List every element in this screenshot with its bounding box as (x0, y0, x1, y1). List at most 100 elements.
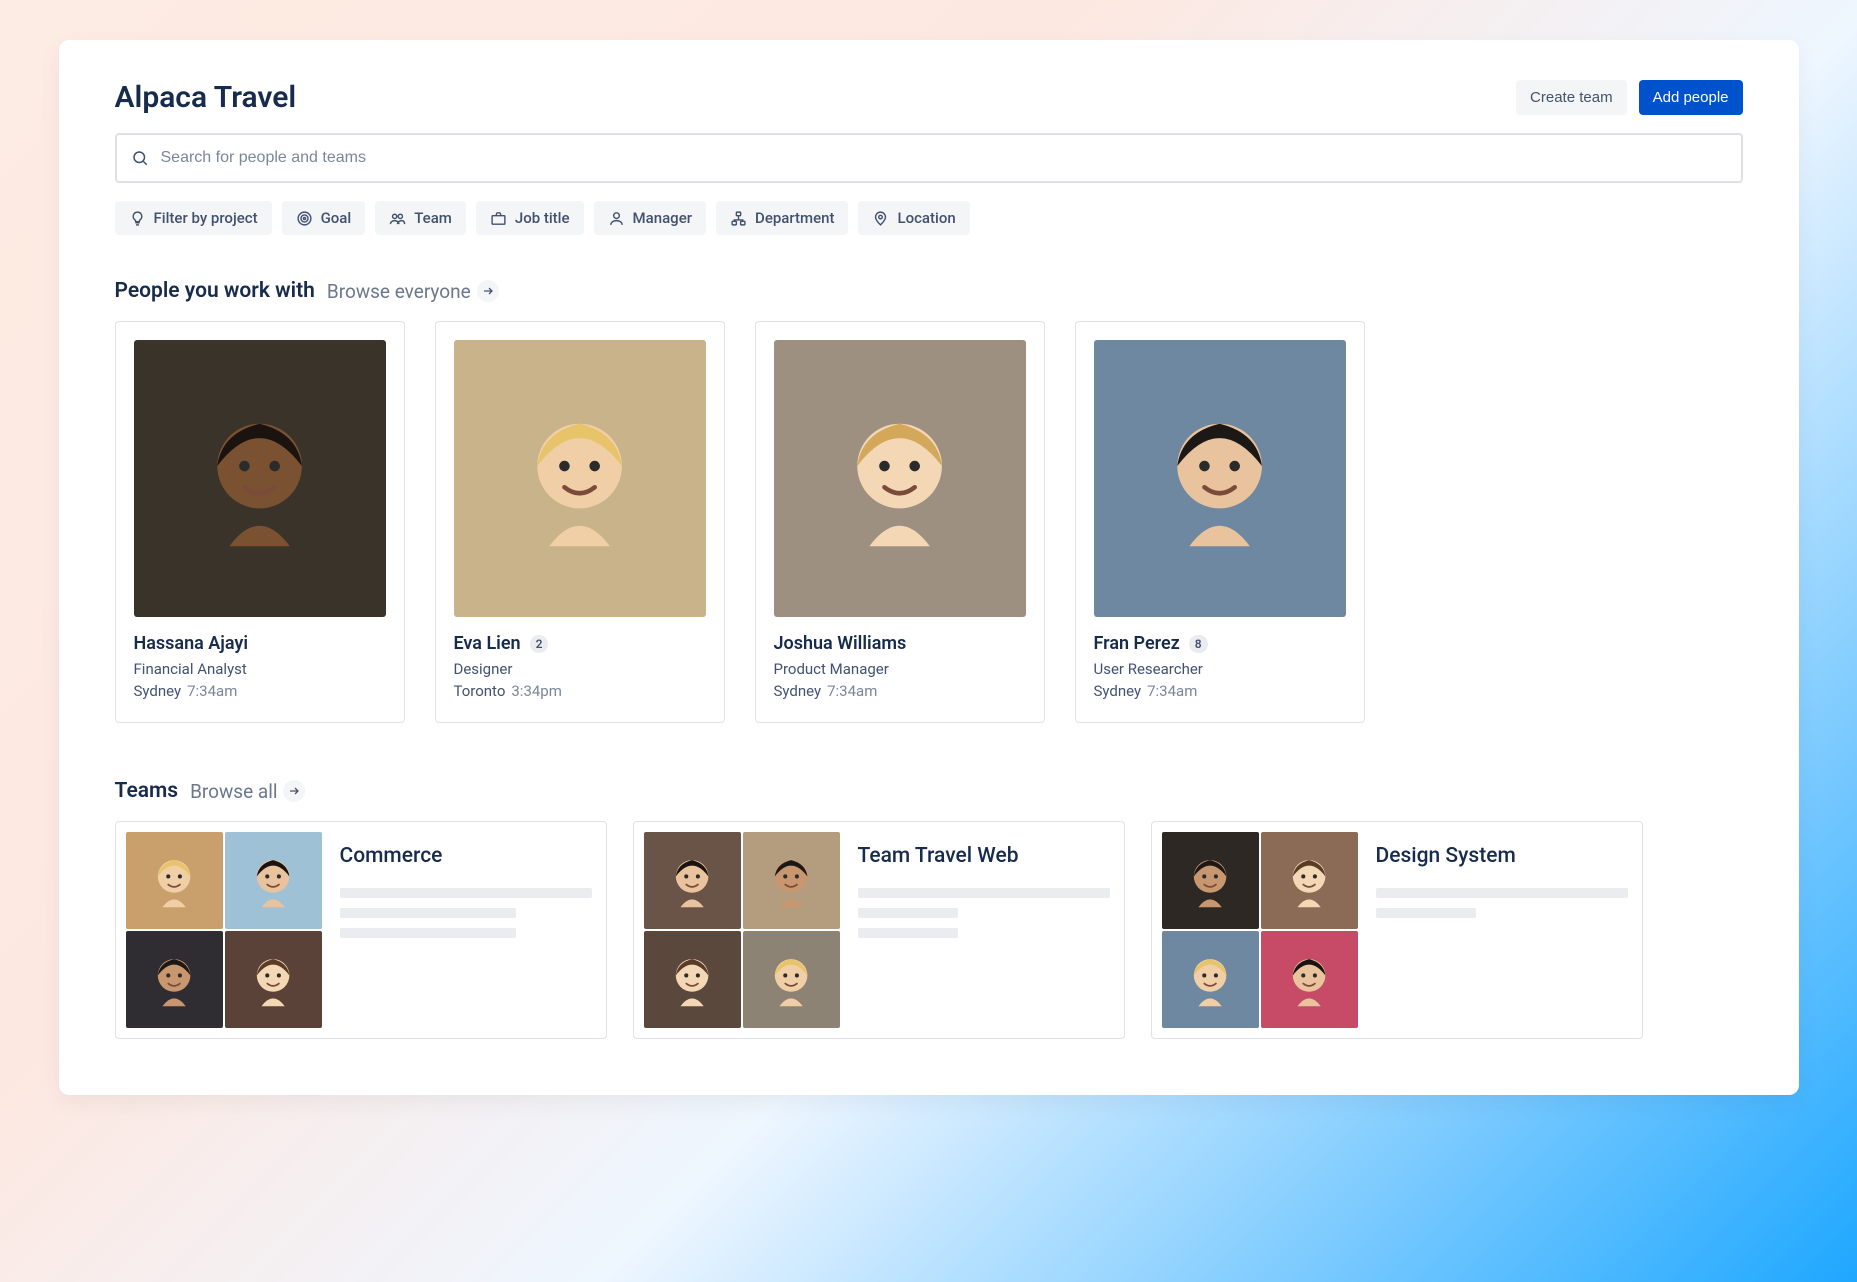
filter-chip-row: Filter by project Goal Team Job title Manage… (115, 201, 1743, 235)
team-name: Design System (1376, 844, 1628, 868)
avatar-face (1181, 852, 1239, 910)
person-name-row: Hassana Ajayi (134, 633, 386, 654)
skeleton-line (1376, 908, 1477, 918)
person-name: Hassana Ajayi (134, 633, 249, 654)
person-avatar (774, 340, 1026, 617)
avatar-face (663, 951, 721, 1009)
team-name: Team Travel Web (858, 844, 1110, 868)
person-badge: 2 (530, 635, 549, 653)
directory-panel: Alpaca Travel Create team Add people Fil… (59, 40, 1799, 1095)
teams-section-title: Teams (115, 779, 179, 803)
filter-chip-label: Goal (321, 209, 352, 227)
person-name: Joshua Williams (774, 633, 907, 654)
team-card[interactable]: Commerce (115, 821, 607, 1039)
avatar-face (1280, 951, 1338, 1009)
people-section-title: People you work with (115, 279, 315, 303)
browse-all-label: Browse all (190, 780, 277, 803)
briefcase-icon (490, 210, 507, 227)
person-location-row: Toronto 3:34pm (454, 682, 706, 700)
search-input[interactable] (161, 149, 1727, 167)
add-people-button[interactable]: Add people (1639, 80, 1743, 115)
avatar-face (663, 852, 721, 910)
team-member-avatar (743, 832, 840, 929)
browse-all-teams-link[interactable]: Browse all (190, 780, 305, 803)
pin-icon (872, 210, 889, 227)
person-card[interactable]: Hassana Ajayi Financial Analyst Sydney7:… (115, 321, 405, 723)
avatar-face (1280, 852, 1338, 910)
team-member-avatar (743, 931, 840, 1028)
avatar-face (184, 395, 335, 561)
person-location-row: Sydney 7:34am (1094, 682, 1346, 700)
avatar-face (504, 395, 655, 561)
team-body: Design System (1376, 832, 1628, 1028)
skeleton-line (340, 888, 592, 898)
avatar-face (244, 951, 302, 1009)
person-role: User Researcher (1094, 660, 1346, 678)
person-name: Eva Lien (454, 633, 521, 654)
skeleton-line (858, 928, 959, 938)
filter-chip-label: Location (897, 209, 955, 227)
team-member-avatar (644, 931, 741, 1028)
person-location: Toronto (454, 682, 506, 700)
avatar-face (762, 852, 820, 910)
browse-everyone-label: Browse everyone (327, 280, 471, 303)
team-card[interactable]: Design System (1151, 821, 1643, 1039)
person-icon (608, 210, 625, 227)
person-avatar (454, 340, 706, 617)
skeleton-line (858, 908, 959, 918)
team-card-row: Commerce Team Travel Web (115, 821, 1743, 1039)
person-location: Sydney (1094, 682, 1142, 700)
avatar-face (1144, 395, 1295, 561)
person-card[interactable]: Fran Perez 8 User Researcher Sydney 7:34a… (1075, 321, 1365, 723)
person-badge: 8 (1189, 635, 1208, 653)
team-avatar-grid (126, 832, 322, 1028)
arrow-right-icon (477, 280, 499, 302)
people-section-head: People you work with Browse everyone (115, 279, 1743, 303)
person-local-time: 3:34pm (511, 682, 562, 700)
person-name-row: Fran Perez 8 (1094, 633, 1346, 654)
lightbulb-icon (129, 210, 146, 227)
page-title: Alpaca Travel (115, 80, 297, 115)
filter-chip-project[interactable]: Filter by project (115, 201, 272, 235)
filter-chip-job_title[interactable]: Job title (476, 201, 584, 235)
search-box[interactable] (115, 133, 1743, 183)
filter-chip-label: Team (414, 209, 452, 227)
avatar-face (145, 852, 203, 910)
person-local-time: 7:34am (1147, 682, 1197, 700)
person-location-row: Sydney7:34am (134, 682, 386, 700)
team-member-avatar (126, 931, 223, 1028)
filter-chip-goal[interactable]: Goal (282, 201, 366, 235)
team-avatar-grid (644, 832, 840, 1028)
person-name-row: Joshua Williams (774, 633, 1026, 654)
browse-everyone-link[interactable]: Browse everyone (327, 280, 499, 303)
person-avatar (1094, 340, 1346, 617)
filter-chip-label: Manager (633, 209, 692, 227)
header-actions: Create team Add people (1516, 80, 1742, 115)
person-local-time: 7:34am (827, 682, 877, 700)
skeleton-line (1376, 888, 1628, 898)
team-member-avatar (225, 832, 322, 929)
avatar-face (145, 951, 203, 1009)
header-row: Alpaca Travel Create team Add people (115, 80, 1743, 115)
team-member-avatar (1162, 832, 1259, 929)
filter-chip-location[interactable]: Location (858, 201, 969, 235)
team-avatar-grid (1162, 832, 1358, 1028)
filter-chip-department[interactable]: Department (716, 201, 848, 235)
person-role: Product Manager (774, 660, 1026, 678)
team-card[interactable]: Team Travel Web (633, 821, 1125, 1039)
person-name-row: Eva Lien 2 (454, 633, 706, 654)
skeleton-line (340, 908, 516, 918)
person-location: Sydney (134, 682, 182, 700)
avatar-face (824, 395, 975, 561)
filter-chip-manager[interactable]: Manager (594, 201, 706, 235)
skeleton-line (858, 888, 1110, 898)
team-body: Team Travel Web (858, 832, 1110, 1028)
filter-chip-team[interactable]: Team (375, 201, 466, 235)
person-name: Fran Perez (1094, 633, 1180, 654)
create-team-button[interactable]: Create team (1516, 80, 1627, 115)
team-member-avatar (1261, 832, 1358, 929)
person-card[interactable]: Joshua Williams Product Manager Sydney7:… (755, 321, 1045, 723)
filter-chip-label: Filter by project (154, 209, 258, 227)
person-card[interactable]: Eva Lien 2 Designer Toronto3:34pm (435, 321, 725, 723)
filter-chip-label: Department (755, 209, 834, 227)
